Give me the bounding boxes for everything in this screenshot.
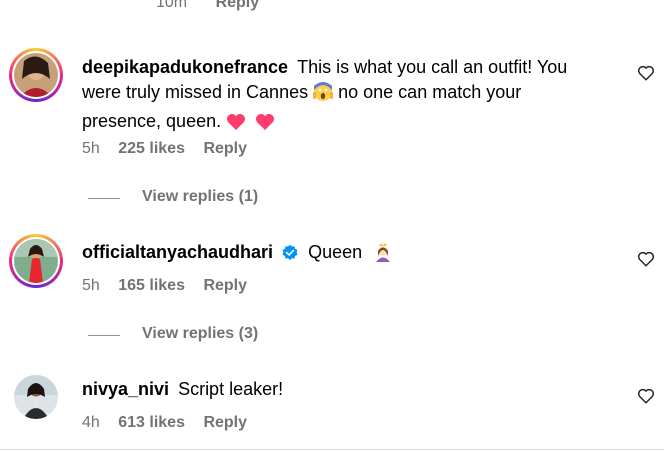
top-meta: 10m Reply bbox=[156, 0, 259, 12]
comment-meta: 5h 165 likes Reply bbox=[82, 277, 247, 295]
heart-emoji bbox=[255, 113, 275, 138]
comment-time: 5h bbox=[82, 140, 100, 157]
username[interactable]: nivya_nivi bbox=[82, 379, 169, 399]
comment-text-block: officialtanyachaudhari Queen bbox=[82, 240, 393, 269]
comment-text-block: deepikapadukonefrance This is what you c… bbox=[82, 55, 602, 138]
comment-meta: 4h 613 likes Reply bbox=[82, 414, 247, 432]
reply-button[interactable]: Reply bbox=[203, 140, 247, 157]
likes-count[interactable]: 165 likes bbox=[118, 277, 185, 294]
comment-text-block: nivya_nivi Script leaker! bbox=[82, 377, 283, 402]
screaming-face-emoji bbox=[313, 82, 334, 109]
comment-text: Script leaker! bbox=[178, 379, 284, 399]
reply-divider-line bbox=[88, 335, 120, 336]
reply-button[interactable]: Reply bbox=[203, 414, 247, 431]
comment-text: presence, queen. bbox=[82, 111, 222, 131]
likes-count[interactable]: 613 likes bbox=[118, 414, 185, 431]
heart-outline-icon[interactable] bbox=[637, 64, 655, 82]
verified-badge-icon bbox=[281, 244, 299, 269]
heart-outline-icon[interactable] bbox=[637, 250, 655, 268]
reply-divider-line bbox=[88, 198, 120, 199]
avatar bbox=[14, 53, 58, 97]
bottom-divider bbox=[0, 449, 664, 450]
avatar bbox=[14, 239, 58, 283]
comment-text: Queen bbox=[308, 242, 363, 262]
likes-count[interactable]: 225 likes bbox=[118, 140, 185, 157]
heart-emoji bbox=[226, 113, 246, 138]
username[interactable]: deepikapadukonefrance bbox=[82, 57, 288, 77]
avatar-story-ring[interactable] bbox=[9, 234, 63, 288]
reply-button[interactable]: Reply bbox=[203, 277, 247, 294]
avatar-story-ring[interactable] bbox=[9, 48, 63, 102]
avatar[interactable] bbox=[14, 375, 58, 419]
top-reply-button[interactable]: Reply bbox=[216, 0, 260, 11]
princess-emoji bbox=[373, 242, 393, 269]
top-time: 10m bbox=[156, 0, 188, 11]
comment-meta: 5h 225 likes Reply bbox=[82, 140, 247, 158]
comment-time: 4h bbox=[82, 414, 100, 431]
view-replies-button[interactable]: View replies (3) bbox=[142, 325, 258, 343]
heart-outline-icon[interactable] bbox=[637, 387, 655, 405]
comment-time: 5h bbox=[82, 277, 100, 294]
username[interactable]: officialtanyachaudhari bbox=[82, 242, 273, 262]
comment-text: no one can match your bbox=[338, 82, 522, 102]
comment-text: were truly missed in Cannes bbox=[82, 82, 309, 102]
view-replies-button[interactable]: View replies (1) bbox=[142, 188, 258, 206]
comment-text: This is what you call an outfit! You bbox=[297, 57, 568, 77]
